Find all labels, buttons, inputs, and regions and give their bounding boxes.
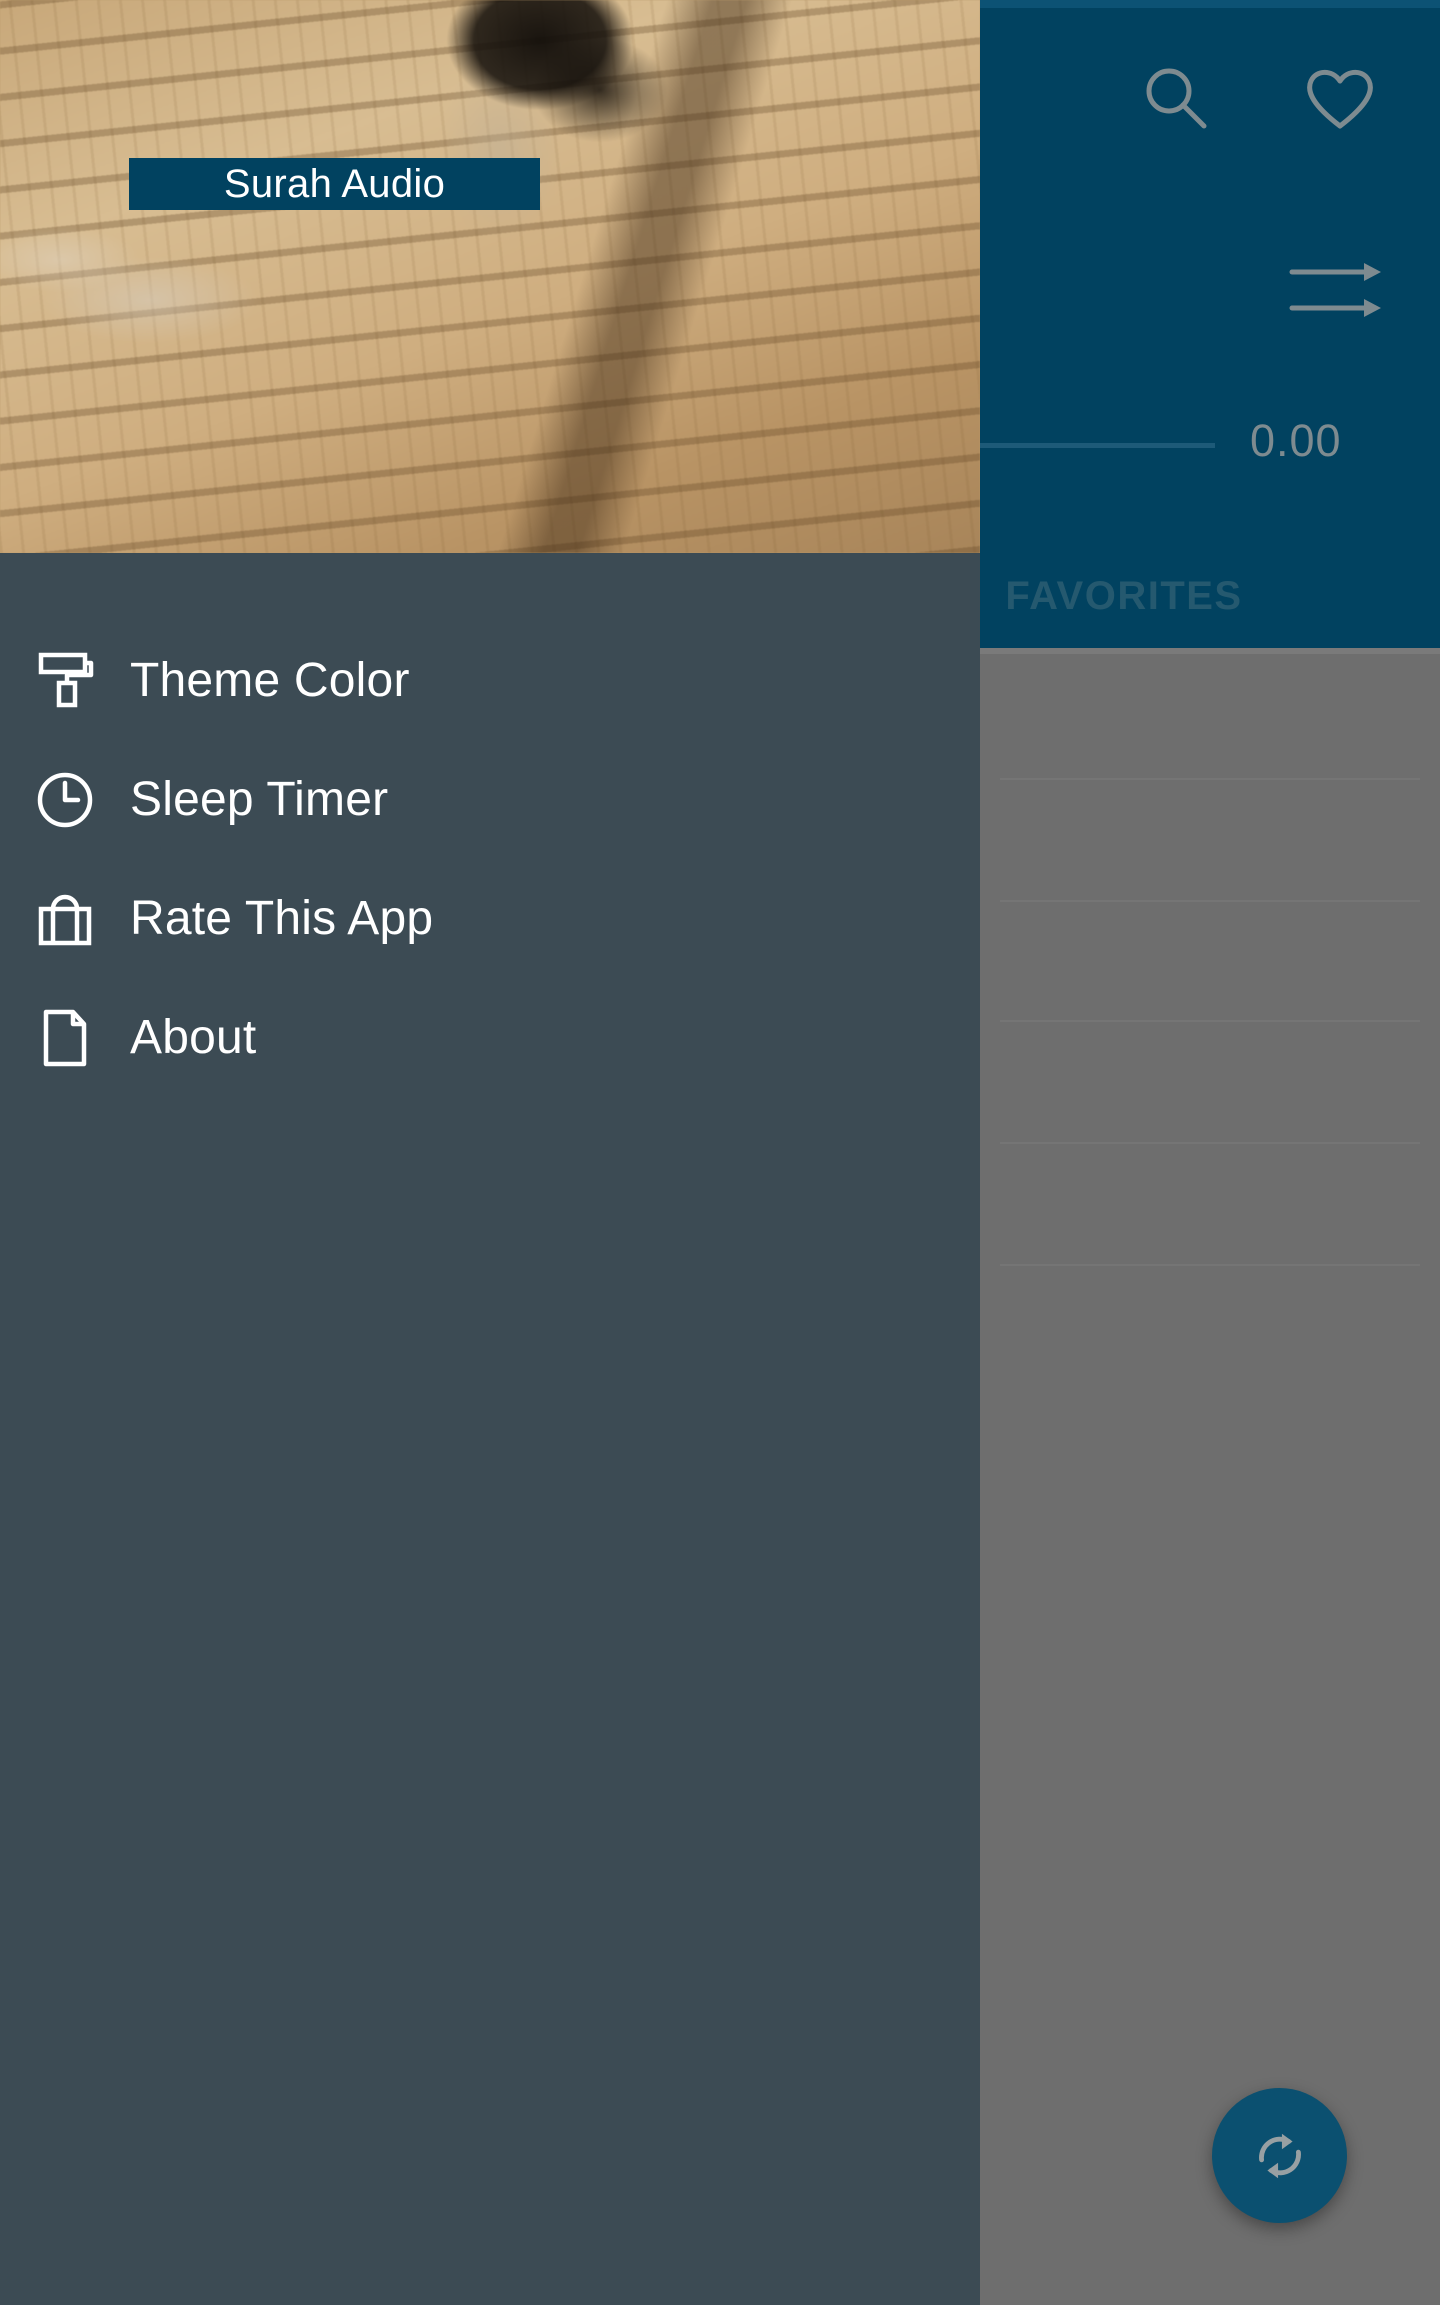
drawer-item-theme-color[interactable]: Theme Color: [0, 621, 980, 740]
drawer-item-rate-this-app[interactable]: Rate This App: [0, 859, 980, 978]
drawer-item-sleep-timer[interactable]: Sleep Timer: [0, 740, 980, 859]
seek-bar[interactable]: [980, 443, 1215, 448]
drawer-item-label: Sleep Timer: [130, 773, 389, 826]
quran-header-image: [0, 0, 980, 553]
heart-icon[interactable]: [1302, 60, 1378, 136]
tab-favorites[interactable]: FAVORITES: [1005, 574, 1242, 619]
repeat-fab-button[interactable]: [1212, 2088, 1347, 2223]
drawer-item-label: Theme Color: [130, 654, 410, 707]
clock-icon: [0, 768, 130, 832]
app-screen: 0.00 ST FAVORITES Surah Audio: [0, 0, 1440, 2305]
list-row-divider: [1000, 900, 1420, 902]
drawer-item-label: About: [130, 1011, 257, 1064]
search-icon[interactable]: [1140, 62, 1212, 134]
drawer-header-title-band: Surah Audio: [129, 158, 540, 210]
drawer-item-label: Rate This App: [130, 892, 434, 945]
drawer-header-title: Surah Audio: [223, 161, 446, 206]
list-row-divider: [1000, 1264, 1420, 1266]
list-row-divider: [1000, 778, 1420, 780]
paint-roller-icon: [0, 649, 130, 713]
drawer-item-about[interactable]: About: [0, 978, 980, 1097]
list-row-divider: [1000, 1142, 1420, 1144]
playback-time: 0.00: [1250, 415, 1342, 466]
shopping-bag-icon: [0, 887, 130, 951]
double-arrow-right-icon[interactable]: [1288, 252, 1388, 328]
document-icon: [0, 1006, 130, 1070]
drawer-header: Surah Audio: [0, 0, 980, 553]
surah-list[interactable]: [980, 660, 1440, 1960]
list-row-divider: [1000, 1020, 1420, 1022]
navigation-drawer: Theme Color Sleep Timer Rate This App Ab…: [0, 553, 980, 2305]
